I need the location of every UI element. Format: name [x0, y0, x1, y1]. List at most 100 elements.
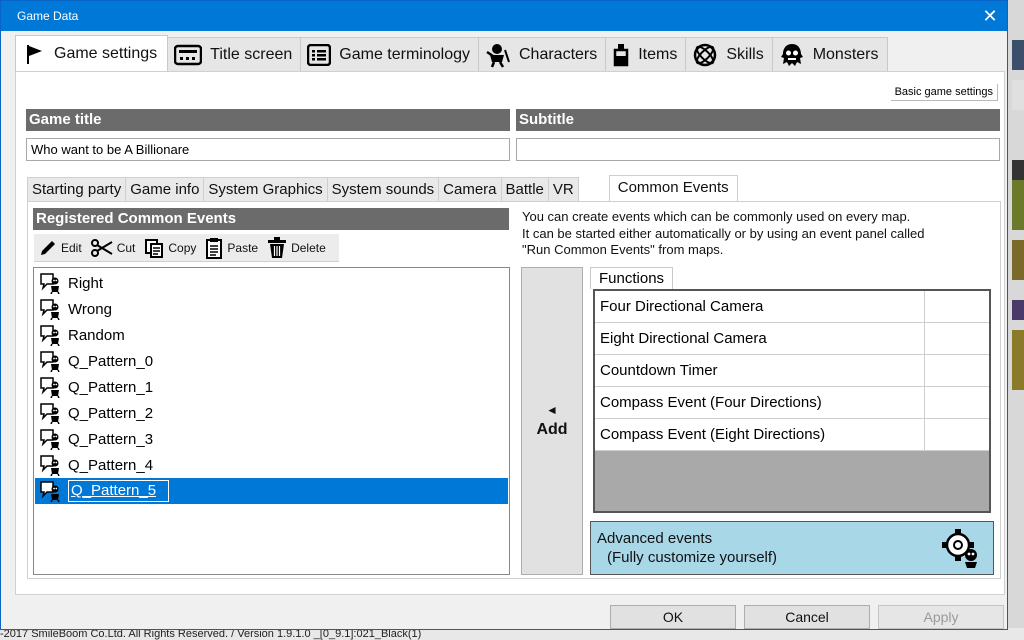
function-row[interactable]: Eight Directional Camera: [595, 323, 989, 355]
edit-label: Edit: [61, 240, 82, 255]
tab-label: Items: [638, 45, 678, 63]
list-item[interactable]: Q_Pattern_1: [35, 374, 508, 400]
events-toolbar: Edit Cut Copy Paste Delete: [34, 234, 339, 262]
game-title-header: Game title: [26, 109, 510, 131]
title-screen-icon: [174, 44, 203, 65]
tab-starting-party[interactable]: Starting party: [27, 177, 127, 201]
tab-skills[interactable]: Skills: [685, 37, 773, 71]
event-name: Q_Pattern_4: [68, 456, 154, 474]
event-icon: [40, 351, 60, 372]
window-title: Game Data: [17, 9, 79, 23]
event-icon: [40, 377, 60, 398]
flag-icon: [27, 44, 42, 64]
event-name[interactable]: Q_Pattern_5: [68, 480, 170, 502]
scissors-icon: [90, 238, 113, 257]
function-label: Compass Event (Eight Directions): [600, 426, 826, 443]
description-line: It can be started either automatically o…: [522, 225, 925, 241]
tab-game-settings[interactable]: Game settings: [15, 35, 169, 71]
tab-characters[interactable]: Characters: [477, 37, 607, 71]
registered-events-header: Registered Common Events: [33, 208, 509, 230]
subtitle-input[interactable]: [516, 138, 1000, 161]
gear-character-icon: [942, 529, 977, 568]
function-label: Eight Directional Camera: [600, 330, 767, 347]
description-line: You can create events which can be commo…: [522, 209, 911, 224]
delete-button[interactable]: Delete: [267, 236, 326, 259]
event-name: Q_Pattern_0: [68, 352, 154, 370]
subtitle-header: Subtitle: [516, 109, 1000, 131]
left-arrow-icon: ◄: [546, 403, 558, 417]
copy-button[interactable]: Copy: [144, 238, 196, 258]
cut-button[interactable]: Cut: [90, 238, 136, 257]
game-data-dialog: Game Data ✕ Game settings Title screen G…: [0, 0, 1008, 630]
main-tab-bar: Game settings Title screen Game terminol…: [15, 35, 888, 71]
list-item[interactable]: Wrong: [35, 296, 508, 322]
sub-tab-bar: Starting party Game info System Graphics…: [27, 175, 738, 202]
functions-grid: Four Directional Camera Eight Directiona…: [593, 289, 991, 513]
tab-title-screen[interactable]: Title screen: [167, 37, 302, 71]
tab-game-info[interactable]: Game info: [125, 177, 205, 201]
event-icon: [40, 403, 60, 424]
close-icon[interactable]: ✕: [979, 5, 1001, 27]
cut-label: Cut: [116, 240, 136, 255]
function-label: Countdown Timer: [600, 362, 718, 379]
function-cell: [924, 323, 989, 354]
delete-label: Delete: [291, 240, 326, 255]
tab-system-graphics[interactable]: System Graphics: [203, 177, 328, 201]
tab-functions[interactable]: Functions: [590, 267, 674, 289]
function-row[interactable]: Four Directional Camera: [595, 291, 989, 323]
event-icon: [40, 273, 60, 294]
list-item[interactable]: Right: [35, 270, 508, 296]
ok-button[interactable]: OK: [610, 605, 736, 629]
tab-battle[interactable]: Battle: [500, 177, 549, 201]
apply-button[interactable]: Apply: [878, 605, 1004, 629]
function-row[interactable]: Compass Event (Four Directions): [595, 387, 989, 419]
tab-game-terminology[interactable]: Game terminology: [300, 37, 479, 71]
basic-settings-label: Basic game settings: [890, 84, 998, 101]
list-item[interactable]: Q_Pattern_3: [35, 426, 508, 452]
clipboard-icon: [206, 237, 223, 259]
add-button[interactable]: ◄ Add: [521, 267, 583, 575]
trash-icon: [268, 236, 287, 258]
list-item[interactable]: Q_Pattern_5: [35, 478, 508, 504]
event-name: Q_Pattern_3: [68, 430, 154, 448]
event-name: Right: [68, 274, 104, 292]
advanced-subtitle: (Fully customize yourself): [607, 549, 778, 566]
event-name: Q_Pattern_1: [68, 378, 154, 396]
event-icon: [40, 429, 60, 450]
advanced-events-button[interactable]: Advanced events (Fully customize yoursel…: [590, 521, 994, 575]
tab-vr[interactable]: VR: [547, 177, 579, 201]
tab-common-events[interactable]: Common Events: [608, 175, 738, 202]
event-name: Wrong: [68, 300, 112, 318]
edit-button[interactable]: Edit: [39, 239, 82, 257]
list-item[interactable]: Q_Pattern_2: [35, 400, 508, 426]
tab-camera[interactable]: Camera: [438, 177, 502, 201]
title-bar: Game Data ✕: [1, 1, 1007, 31]
tab-label: Characters: [518, 45, 598, 63]
event-name: Random: [68, 326, 125, 344]
list-item[interactable]: Q_Pattern_0: [35, 348, 508, 374]
tab-system-sounds[interactable]: System sounds: [326, 177, 440, 201]
paste-button[interactable]: Paste: [205, 237, 258, 259]
cancel-button[interactable]: Cancel: [744, 605, 870, 629]
common-events-description: You can create events which can be commo…: [522, 209, 1002, 259]
tab-label: Game settings: [54, 44, 158, 62]
tab-label: Title screen: [210, 45, 293, 63]
function-cell: [924, 387, 989, 418]
list-item[interactable]: Random: [35, 322, 508, 348]
character-icon: [486, 43, 510, 68]
pencil-icon: [41, 240, 55, 255]
event-icon: [40, 481, 60, 502]
tab-monsters[interactable]: Monsters: [771, 37, 888, 71]
tab-items[interactable]: Items: [605, 37, 687, 71]
game-title-input[interactable]: Who want to be A Billionare: [26, 138, 510, 161]
function-label: Compass Event (Four Directions): [600, 394, 822, 411]
function-row[interactable]: Compass Event (Eight Directions): [595, 419, 989, 451]
tab-label: Game terminology: [339, 45, 470, 63]
function-row[interactable]: Countdown Timer: [595, 355, 989, 387]
description-line: "Run Common Events" from maps.: [522, 242, 724, 257]
tab-label: Skills: [726, 45, 764, 63]
copy-label: Copy: [168, 240, 197, 255]
paste-label: Paste: [227, 240, 259, 255]
list-item[interactable]: Q_Pattern_4: [35, 452, 508, 478]
function-cell: [924, 419, 989, 450]
